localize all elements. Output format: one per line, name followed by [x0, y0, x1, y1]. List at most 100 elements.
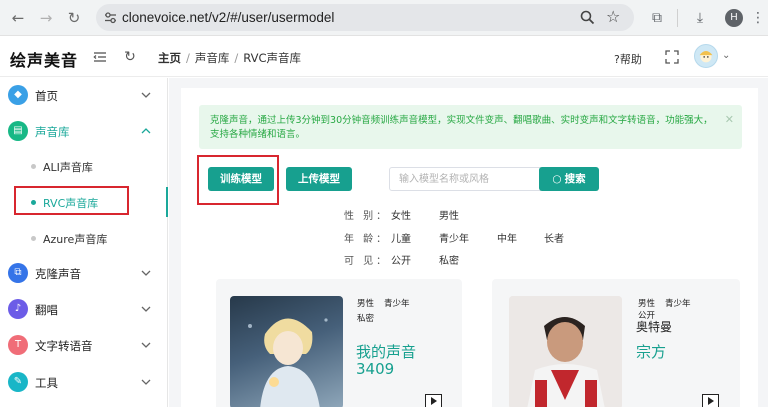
- content-panel: 克隆声音，通过上传3分钟到30分钟音频训练声音模型，实现文件变声、翻唱歌曲、实时…: [181, 88, 758, 407]
- play-icon[interactable]: [702, 394, 719, 407]
- model-name: 宗方: [636, 343, 667, 361]
- model-subname: 奥特曼: [636, 320, 673, 334]
- sidebar-item-label: 克隆声音: [35, 267, 81, 281]
- anime-boy-illustration: [248, 318, 328, 407]
- music-library-icon: ▤: [8, 121, 28, 141]
- forward-arrow-icon[interactable]: →: [36, 8, 56, 28]
- more-menu-icon[interactable]: ⋮: [749, 9, 767, 27]
- sidebar-item-label: 文字转语音: [35, 339, 93, 353]
- info-alert: 克隆声音，通过上传3分钟到30分钟音频训练声音模型，实现文件变声、翻唱歌曲、实时…: [199, 105, 742, 149]
- filter-option-male[interactable]: 男性: [439, 207, 459, 222]
- age-tag: 青少年: [384, 299, 410, 309]
- chevron-down-icon: [141, 306, 151, 312]
- profile-avatar[interactable]: H: [725, 9, 743, 27]
- search-button[interactable]: ○ 搜索: [539, 167, 599, 191]
- breadcrumb-voice-library[interactable]: 声音库: [195, 51, 230, 65]
- filter-option-middle-age[interactable]: 中年: [497, 230, 517, 245]
- sidebar-subitem-label: ALI声音库: [43, 161, 93, 174]
- age-filter-label: 年 龄：: [344, 234, 390, 245]
- back-arrow-icon[interactable]: ←: [8, 8, 28, 28]
- chevron-up-icon: [141, 128, 151, 134]
- url-text: clonevoice.net/v2/#/user/usermodel: [122, 10, 335, 25]
- uniformed-man-photo: [509, 296, 622, 407]
- upload-model-button[interactable]: 上传模型: [286, 167, 352, 191]
- toolbar-divider: [677, 9, 678, 27]
- collapse-menu-icon[interactable]: [92, 49, 108, 65]
- user-avatar[interactable]: [694, 44, 718, 68]
- sidebar-item-label: 声音库: [35, 125, 70, 139]
- model-name: 我的声音: [356, 343, 417, 361]
- browser-toolbar: ← → ↻ clonevoice.net/v2/#/user/usermodel…: [0, 0, 768, 36]
- extensions-icon[interactable]: ⧉: [648, 9, 666, 27]
- alert-text: 克隆声音，通过上传3分钟到30分钟音频训练声音模型，实现文件变声、翻唱歌曲、实时…: [210, 115, 713, 140]
- visibility-tag: 私密: [357, 314, 375, 324]
- bookmark-star-icon[interactable]: ☆: [606, 7, 620, 26]
- sidebar-item-label: 翻唱: [35, 303, 58, 317]
- sidebar-item-text-to-speech[interactable]: T 文字转语音: [0, 330, 168, 360]
- address-bar[interactable]: clonevoice.net/v2/#/user/usermodel ☆: [96, 4, 634, 31]
- play-icon[interactable]: [425, 394, 442, 407]
- breadcrumb: 主页 / 声音库 / RVC声音库: [158, 51, 302, 65]
- sidebar-subitem-ali[interactable]: ALI声音库: [0, 151, 168, 181]
- clone-icon: ⧉: [8, 263, 28, 283]
- voice-model-card[interactable]: 男性 青少年 公开 奥特曼 宗方: [492, 279, 740, 407]
- sidebar-item-clone-voice[interactable]: ⧉ 克隆声音: [0, 258, 168, 288]
- download-icon[interactable]: ⤓: [691, 9, 709, 27]
- sidebar-item-voice-library[interactable]: ▤ 声音库: [0, 116, 168, 146]
- main-content: 克隆声音，通过上传3分钟到30分钟音频训练声音模型，实现文件变声、翻唱歌曲、实时…: [169, 78, 768, 407]
- filter-option-private[interactable]: 私密: [439, 252, 459, 267]
- highlight-box: [14, 186, 129, 215]
- filter-option-teen[interactable]: 青少年: [439, 230, 469, 245]
- chevron-down-icon[interactable]: ⌄: [722, 50, 730, 61]
- search-button-label: 搜索: [564, 173, 586, 185]
- sidebar-item-home[interactable]: ◆ 首页: [0, 80, 168, 110]
- bullet-dot: [31, 164, 36, 169]
- sidebar-item-cover-song[interactable]: ♪ 翻唱: [0, 294, 168, 324]
- sidebar: ◆ 首页 ▤ 声音库 ALI声音库 RVC声音库 Azure声音库 ⧉ 克隆声音…: [0, 78, 168, 407]
- avatar-face-icon: [699, 50, 713, 63]
- filter-option-child[interactable]: 儿童: [391, 230, 411, 245]
- filter-option-elder[interactable]: 长者: [544, 230, 564, 245]
- diamond-icon: ◆: [8, 85, 28, 105]
- sidebar-subitem-azure[interactable]: Azure声音库: [0, 223, 168, 253]
- site-settings-icon[interactable]: [104, 11, 117, 24]
- zoom-icon[interactable]: [580, 10, 595, 25]
- app-logo[interactable]: 绘声美音: [10, 47, 78, 71]
- app-header: 绘声美音 ↻ 主页 / 声音库 / RVC声音库 ?帮助 ⌄: [0, 37, 768, 77]
- filter-option-female[interactable]: 女性: [391, 207, 411, 222]
- search-text-field[interactable]: [390, 168, 542, 190]
- active-indicator: [166, 187, 168, 217]
- help-label: 帮助: [619, 53, 642, 66]
- chevron-down-icon: [141, 92, 151, 98]
- filter-option-public[interactable]: 公开: [391, 252, 411, 267]
- text-to-speech-icon: T: [8, 335, 28, 355]
- reload-icon[interactable]: ↻: [64, 8, 84, 28]
- close-icon[interactable]: ✕: [725, 113, 734, 126]
- help-link[interactable]: ?帮助: [614, 51, 642, 67]
- gender-tag: 男性: [638, 299, 656, 309]
- sidebar-item-tools[interactable]: ✎ 工具: [0, 367, 168, 397]
- age-tag: 青少年: [665, 299, 691, 309]
- chevron-down-icon: [141, 342, 151, 348]
- voice-model-card[interactable]: 男性 青少年 私密 我的声音 3409: [216, 279, 462, 407]
- sidebar-item-label: 首页: [35, 89, 58, 103]
- tool-icon: ✎: [8, 372, 28, 392]
- search-input[interactable]: [389, 167, 543, 191]
- chevron-down-icon: [141, 270, 151, 276]
- search-icon: ○: [552, 173, 562, 185]
- model-cover-image: [509, 296, 622, 407]
- chevron-down-icon: [141, 379, 151, 385]
- fullscreen-icon[interactable]: [664, 49, 680, 65]
- breadcrumb-home[interactable]: 主页: [158, 51, 181, 65]
- gender-tag: 男性: [357, 299, 375, 309]
- model-id: 3409: [356, 360, 395, 378]
- sidebar-item-label: 工具: [35, 376, 58, 390]
- visibility-filter-label: 可 见：: [344, 256, 390, 267]
- gender-filter-label: 性 别：: [344, 211, 390, 222]
- highlight-box: [197, 155, 279, 205]
- model-cover-image: [230, 296, 343, 407]
- refresh-icon[interactable]: ↻: [122, 49, 138, 65]
- sidebar-subitem-label: Azure声音库: [43, 233, 108, 246]
- sing-icon: ♪: [8, 299, 28, 319]
- breadcrumb-rvc-library: RVC声音库: [243, 51, 302, 65]
